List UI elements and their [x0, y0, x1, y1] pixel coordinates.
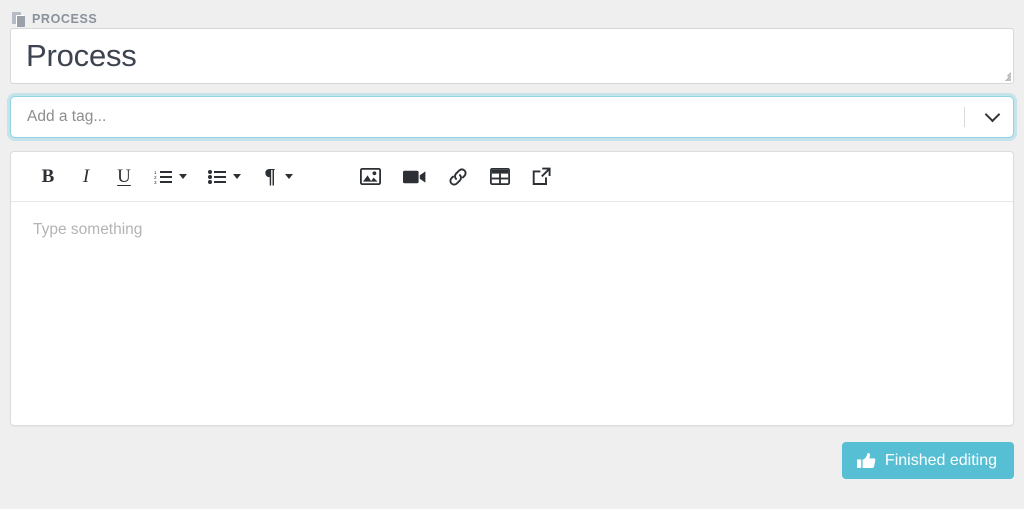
underline-button[interactable]: U	[113, 163, 135, 191]
tag-select[interactable]: Add a tag...	[10, 96, 1014, 138]
rich-text-editor: B I U 1 2 3 ¶ Type something	[10, 151, 1014, 426]
process-title-value[interactable]: Process	[26, 36, 137, 76]
external-link-icon	[532, 167, 551, 185]
ordered-list-button[interactable]: 1 2 3	[151, 163, 175, 191]
section-header: PROCESS	[12, 0, 1014, 27]
editor-placeholder: Type something	[33, 221, 143, 238]
process-editor-page: PROCESS Process Add a tag... B I U 1 2 3…	[0, 0, 1024, 509]
textarea-resize-handle[interactable]	[1000, 70, 1011, 81]
table-icon	[490, 168, 510, 185]
tag-input[interactable]: Add a tag...	[27, 108, 964, 126]
video-camera-icon	[403, 170, 426, 183]
unordered-list-dropdown-caret[interactable]	[233, 174, 241, 179]
paragraph-style-button[interactable]: ¶	[259, 163, 281, 191]
italic-icon: I	[82, 165, 90, 187]
toolbar-group-insert	[357, 163, 570, 191]
chevron-down-icon	[984, 106, 1000, 123]
toolbar-group-formatting: B I U 1 2 3 ¶	[37, 163, 311, 191]
link-icon	[449, 167, 467, 186]
thumbs-up-icon	[856, 452, 876, 468]
insert-link-button[interactable]	[445, 163, 471, 191]
ordered-list-icon: 1 2 3	[154, 170, 172, 185]
editor-toolbar: B I U 1 2 3 ¶	[11, 152, 1013, 202]
svg-text:3: 3	[154, 180, 157, 185]
open-external-button[interactable]	[529, 163, 554, 191]
insert-table-button[interactable]	[487, 163, 513, 191]
finished-editing-label: Finished editing	[884, 451, 997, 469]
underline-icon: U	[117, 165, 131, 187]
ordered-list-dropdown-caret[interactable]	[179, 174, 187, 179]
tag-separator	[964, 107, 965, 127]
insert-image-button[interactable]	[357, 163, 384, 191]
editor-content-area[interactable]: Type something	[11, 202, 1013, 425]
copy-icon	[12, 11, 26, 27]
unordered-list-button[interactable]	[205, 163, 229, 191]
pilcrow-icon: ¶	[264, 164, 276, 188]
image-icon	[360, 168, 381, 185]
unordered-list-icon	[208, 169, 226, 184]
finished-editing-button[interactable]: Finished editing	[841, 442, 1014, 479]
section-label-text: PROCESS	[32, 12, 98, 26]
bold-icon: B	[41, 165, 55, 187]
italic-button[interactable]: I	[75, 163, 97, 191]
bold-button[interactable]: B	[37, 163, 59, 191]
paragraph-style-dropdown-caret[interactable]	[285, 174, 293, 179]
editor-footer: Finished editing	[10, 442, 1014, 479]
process-title-field[interactable]: Process	[10, 28, 1014, 84]
tag-dropdown-toggle[interactable]	[979, 97, 1013, 137]
insert-video-button[interactable]	[400, 163, 429, 191]
